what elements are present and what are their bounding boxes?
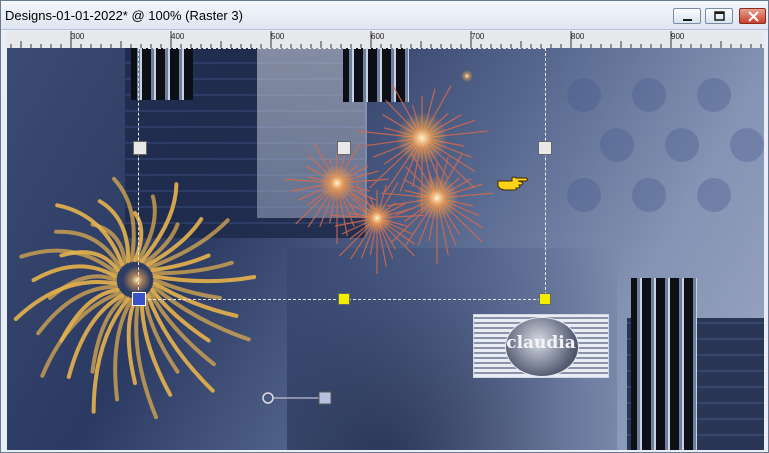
hand-pointer-icon — [497, 176, 528, 191]
watermark-logo: claudia — [473, 314, 609, 378]
deform-handle[interactable] — [538, 141, 552, 155]
minimize-button[interactable] — [673, 8, 701, 24]
window-title: Designs-01-01-2022* @ 100% (Raster 3) — [5, 8, 243, 23]
image-window: Designs-01-01-2022* @ 100% (Raster 3) 30… — [0, 0, 769, 453]
selection-marquee[interactable] — [138, 48, 546, 300]
maximize-icon — [714, 11, 725, 21]
ruler-label: 800 — [571, 32, 585, 41]
maximize-button[interactable] — [705, 8, 733, 24]
deform-handle[interactable] — [133, 141, 147, 155]
ruler-label: 500 — [271, 32, 285, 41]
horizontal-ruler: 300 400 500 600 700 800 900 — [7, 31, 764, 49]
deform-handle[interactable] — [338, 293, 350, 305]
ruler-label: 700 — [471, 32, 485, 41]
deform-handle[interactable] — [337, 141, 351, 155]
close-icon — [748, 11, 759, 22]
rotation-handle[interactable] — [261, 388, 341, 408]
ruler-label: 900 — [671, 32, 685, 41]
title-bar[interactable]: Designs-01-01-2022* @ 100% (Raster 3) — [1, 1, 768, 30]
close-button[interactable] — [739, 8, 766, 24]
firework-streak — [126, 298, 137, 385]
logo-text: claudia — [506, 333, 576, 353]
image-canvas[interactable]: claudia — [7, 48, 764, 450]
ruler-label: 300 — [71, 32, 85, 41]
ruler-ticks — [10, 31, 762, 48]
minimize-icon — [683, 19, 692, 21]
ruler-label: 600 — [371, 32, 385, 41]
deform-handle[interactable] — [539, 293, 551, 305]
firework-streak — [145, 293, 215, 393]
pivot-handle[interactable] — [132, 292, 146, 306]
ruler-label: 400 — [171, 32, 185, 41]
